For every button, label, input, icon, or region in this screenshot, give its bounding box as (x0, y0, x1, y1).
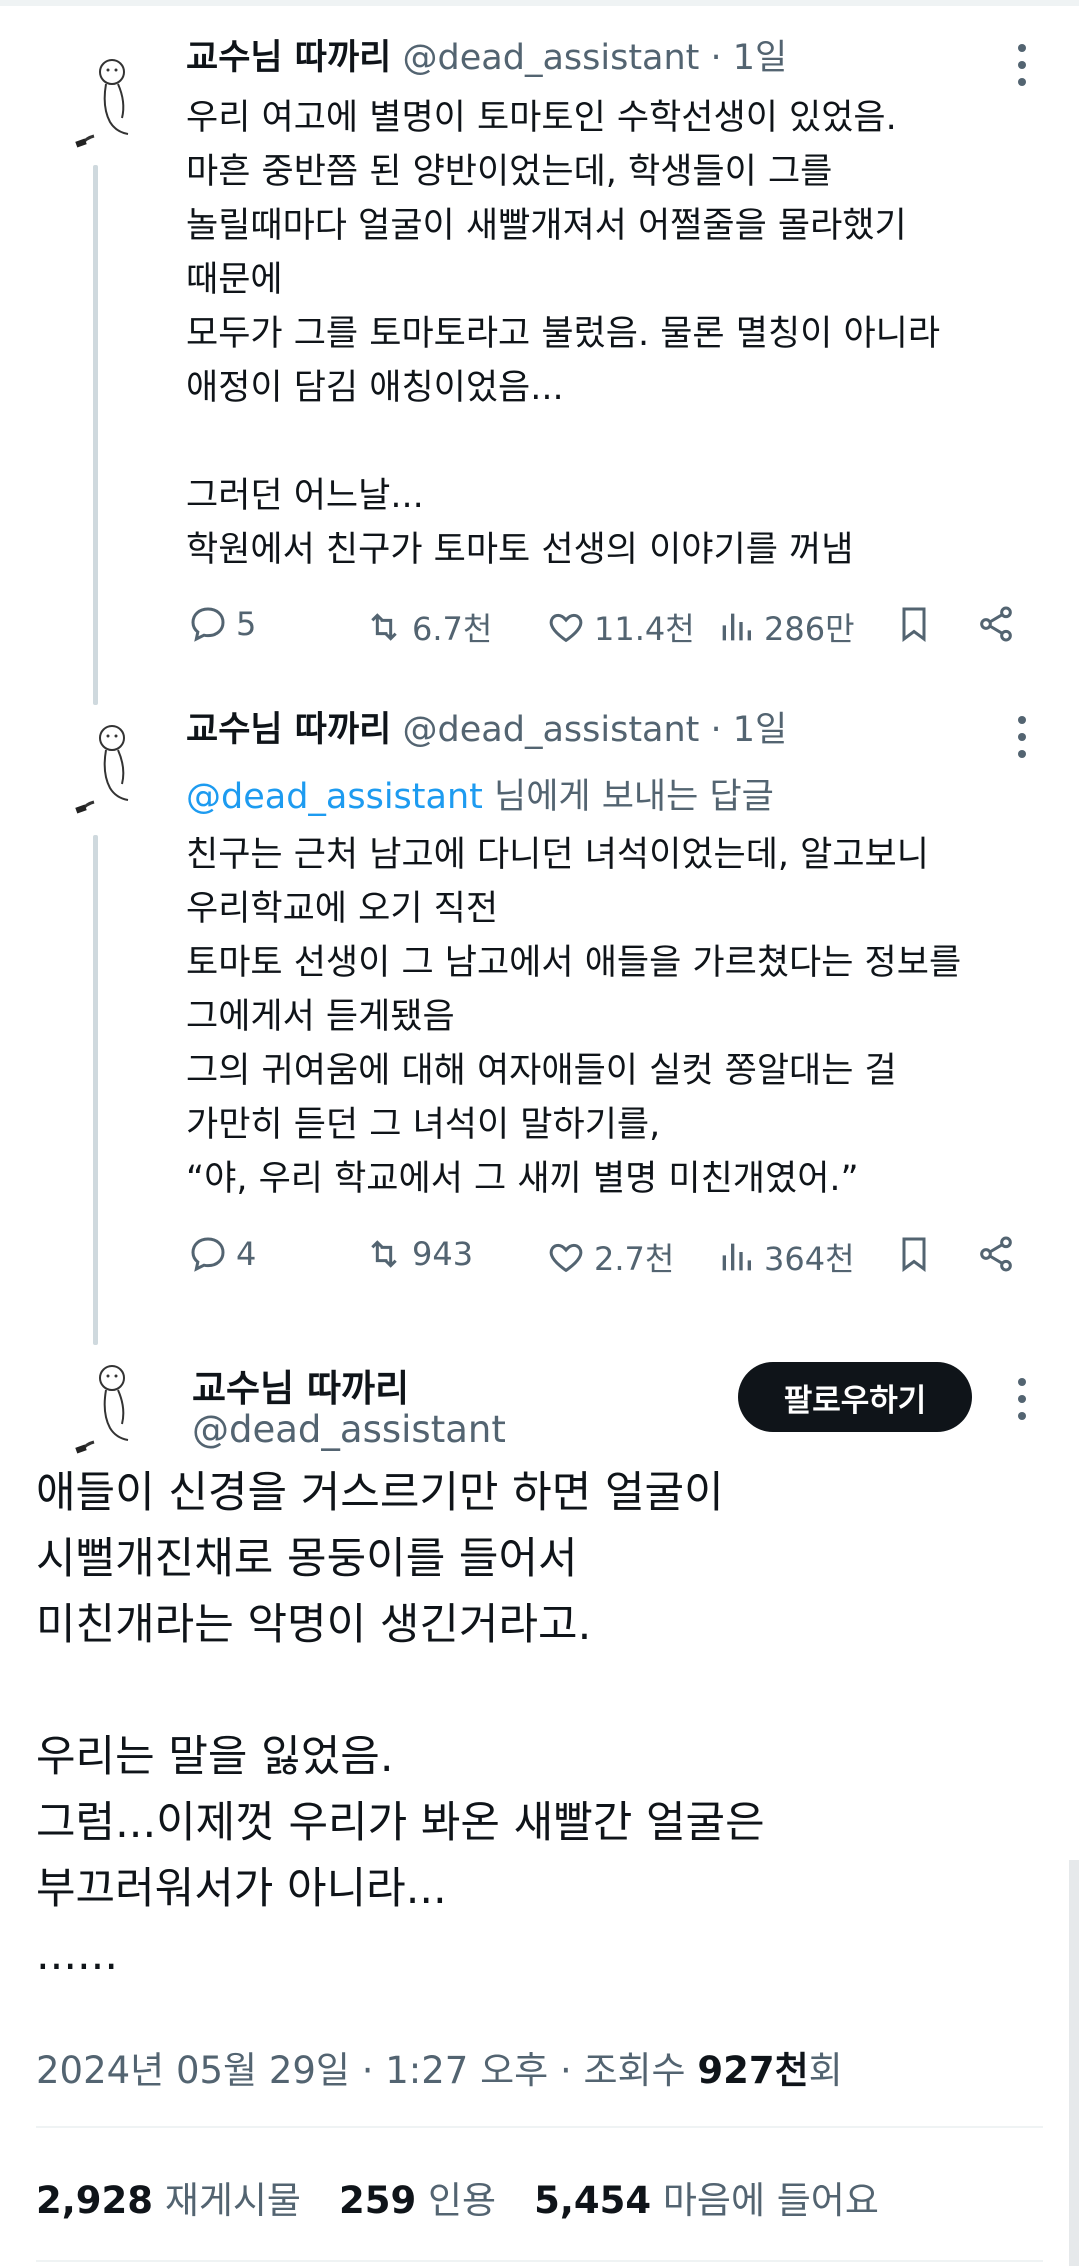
reply-suffix: 님에게 보내는 답글 (482, 777, 774, 817)
divider (36, 2126, 1043, 2128)
heart-icon (549, 613, 583, 643)
tweet-line: 때문에 (186, 260, 283, 300)
tweet-line: 우리학교에 오기 직전 (186, 889, 499, 929)
share-icon (980, 1236, 1012, 1272)
tweet-line (186, 415, 1036, 469)
tweet-line: “야, 우리 학교에서 그 새끼 별명 미친개였어.” (186, 1159, 859, 1199)
follow-button[interactable]: 팔로우하기 (738, 1362, 972, 1432)
avatar[interactable] (72, 1358, 144, 1458)
views-icon (722, 613, 751, 641)
views-count: 286만 (764, 610, 855, 648)
view-suffix: 회 (808, 2049, 843, 2092)
tweet-1[interactable]: 교수님 따까리 @dead_assistant · 1일 우리 여고에 별명이 … (0, 0, 1079, 680)
tweet-line (36, 1658, 1036, 1724)
bookmark-button[interactable] (894, 604, 934, 644)
tweet-line: 학원에서 친구가 토마토 선생의 이야기를 꺼냄 (186, 530, 854, 570)
avatar[interactable] (72, 718, 144, 818)
reply-mention-link[interactable]: @dead_assistant (186, 777, 483, 817)
replying-to: @dead_assistant 님에게 보내는 답글 (186, 768, 774, 819)
more-icon[interactable] (1015, 44, 1029, 86)
engagement-stats: 2,928 재게시물 259 인용 5,454 마음에 들어요 (36, 2170, 917, 2224)
quotes-stat[interactable]: 259 인용 (339, 2179, 534, 2222)
tweet-line: 그러던 어느날... (186, 476, 424, 516)
bookmark-button[interactable] (894, 1234, 934, 1274)
tweet-body: 친구는 근처 남고에 다니던 녀석이었는데, 알고보니 우리학교에 오기 직전 … (186, 828, 1036, 1206)
tweet-line: 부끄러워서가 아니라... (36, 1864, 447, 1914)
tweet-line: 우리 여고에 별명이 토마토인 수학선생이 있었음. (186, 98, 897, 138)
bookmark-icon (902, 607, 926, 642)
scrollbar[interactable] (1069, 1860, 1079, 2266)
retweet-icon (371, 1240, 397, 1268)
tweet-line: 마흔 중반쯤 된 양반이었는데, 학생들이 그를 (186, 152, 833, 192)
like-button[interactable]: 2.7천 (546, 1234, 674, 1280)
tweet-actions: 5 6.7천 11.4천 286만 (186, 604, 1026, 652)
tweet-actions: 4 943 2.7천 364천 (186, 1234, 1026, 1282)
reply-icon (191, 607, 225, 642)
tweet-line: 애정이 담김 애칭이었음... (186, 368, 564, 408)
retweet-button[interactable]: 943 (364, 1234, 473, 1274)
tweet-line: 그에게서 듣게됐음 (186, 997, 455, 1037)
reply-count: 4 (236, 1235, 257, 1273)
tweet-line: ...... (36, 1930, 119, 1980)
likes-stat[interactable]: 5,454 마음에 들어요 (534, 2179, 917, 2222)
tweet-line: 토마토 선생이 그 남고에서 애들을 가르쳤다는 정보를 (186, 943, 962, 983)
tweet-line: 모두가 그를 토마토라고 불렀음. 물론 멸칭이 아니라 (186, 314, 941, 354)
author-handle[interactable]: @dead_assistant (403, 710, 700, 750)
retweets-stat[interactable]: 2,928 재게시물 (36, 2179, 339, 2222)
reply-button[interactable]: 4 (188, 1234, 256, 1274)
author-name[interactable]: 교수님 따까리 (186, 38, 391, 78)
author-name[interactable]: 교수님 따까리 (192, 1358, 409, 1412)
tweet-time[interactable]: · 1일 (699, 38, 788, 78)
tweet-line: 시뻘개진채로 몽둥이를 들어서 (36, 1534, 578, 1584)
reply-button[interactable]: 5 (188, 604, 256, 644)
tweet-line: 우리는 말을 잃었음. (36, 1732, 394, 1782)
like-button[interactable]: 11.4천 (546, 604, 695, 650)
tweet-line: 가만히 듣던 그 녀석이 말하기를, (186, 1105, 661, 1145)
views-button[interactable]: 286만 (716, 604, 855, 650)
tweet-metadata: 2024년 05월 29일 · 1:27 오후 · 조회수 927천회 (36, 2040, 843, 2094)
tweet-body: 우리 여고에 별명이 토마토인 수학선생이 있었음. 마흔 중반쯤 된 양반이었… (186, 91, 1036, 577)
view-count: 927천 (697, 2049, 809, 2092)
share-button[interactable] (976, 1234, 1016, 1274)
tweet-line: 놀릴때마다 얼굴이 새빨개져서 어쩔줄을 몰라했기 (186, 206, 907, 246)
author-name[interactable]: 교수님 따까리 (186, 710, 391, 750)
heart-icon (549, 1243, 583, 1273)
main-tweet: 교수님 따까리 @dead_assistant 팔로우하기 애들이 신경을 거스… (0, 1330, 1079, 2266)
divider (36, 2260, 1043, 2262)
retweet-count: 6.7천 (412, 610, 493, 648)
tweet-line: 미친개라는 악명이 생긴거라고. (36, 1600, 592, 1650)
tweet-line: 그럼...이제껏 우리가 봐온 새빨간 얼굴은 (36, 1798, 765, 1848)
reply-count: 5 (236, 605, 257, 643)
tweet-body: 애들이 신경을 거스르기만 하면 얼굴이 시뻘개진채로 몽둥이를 들어서 미친개… (36, 1460, 1036, 1988)
views-count: 364천 (764, 1240, 855, 1278)
retweet-count: 943 (412, 1235, 474, 1273)
tweet-2[interactable]: 교수님 따까리 @dead_assistant · 1일 @dead_assis… (0, 700, 1079, 1310)
bookmark-icon (902, 1237, 926, 1272)
like-count: 2.7천 (594, 1240, 675, 1278)
author-handle[interactable]: @dead_assistant (403, 38, 700, 78)
retweet-button[interactable]: 6.7천 (364, 604, 492, 650)
timestamp[interactable]: 2024년 05월 29일 · 1:27 오후 · 조회수 (36, 2049, 697, 2092)
tweet-time[interactable]: · 1일 (699, 710, 788, 750)
tweet-line: 그의 귀여움에 대해 여자애들이 실컷 쫑알대는 걸 (186, 1051, 897, 1091)
like-count: 11.4천 (594, 610, 695, 648)
views-icon (722, 1243, 751, 1271)
more-icon[interactable] (1015, 1378, 1029, 1420)
views-button[interactable]: 364천 (716, 1234, 855, 1280)
share-icon (980, 606, 1012, 642)
tweet-line: 친구는 근처 남고에 다니던 녀석이었는데, 알고보니 (186, 835, 929, 875)
author-handle[interactable]: @dead_assistant (192, 1408, 506, 1451)
reply-icon (191, 1237, 225, 1272)
more-icon[interactable] (1015, 716, 1029, 758)
tweet-line: 애들이 신경을 거스르기만 하면 얼굴이 (36, 1468, 724, 1518)
avatar[interactable] (72, 52, 144, 152)
retweet-icon (371, 613, 397, 641)
share-button[interactable] (976, 604, 1016, 644)
